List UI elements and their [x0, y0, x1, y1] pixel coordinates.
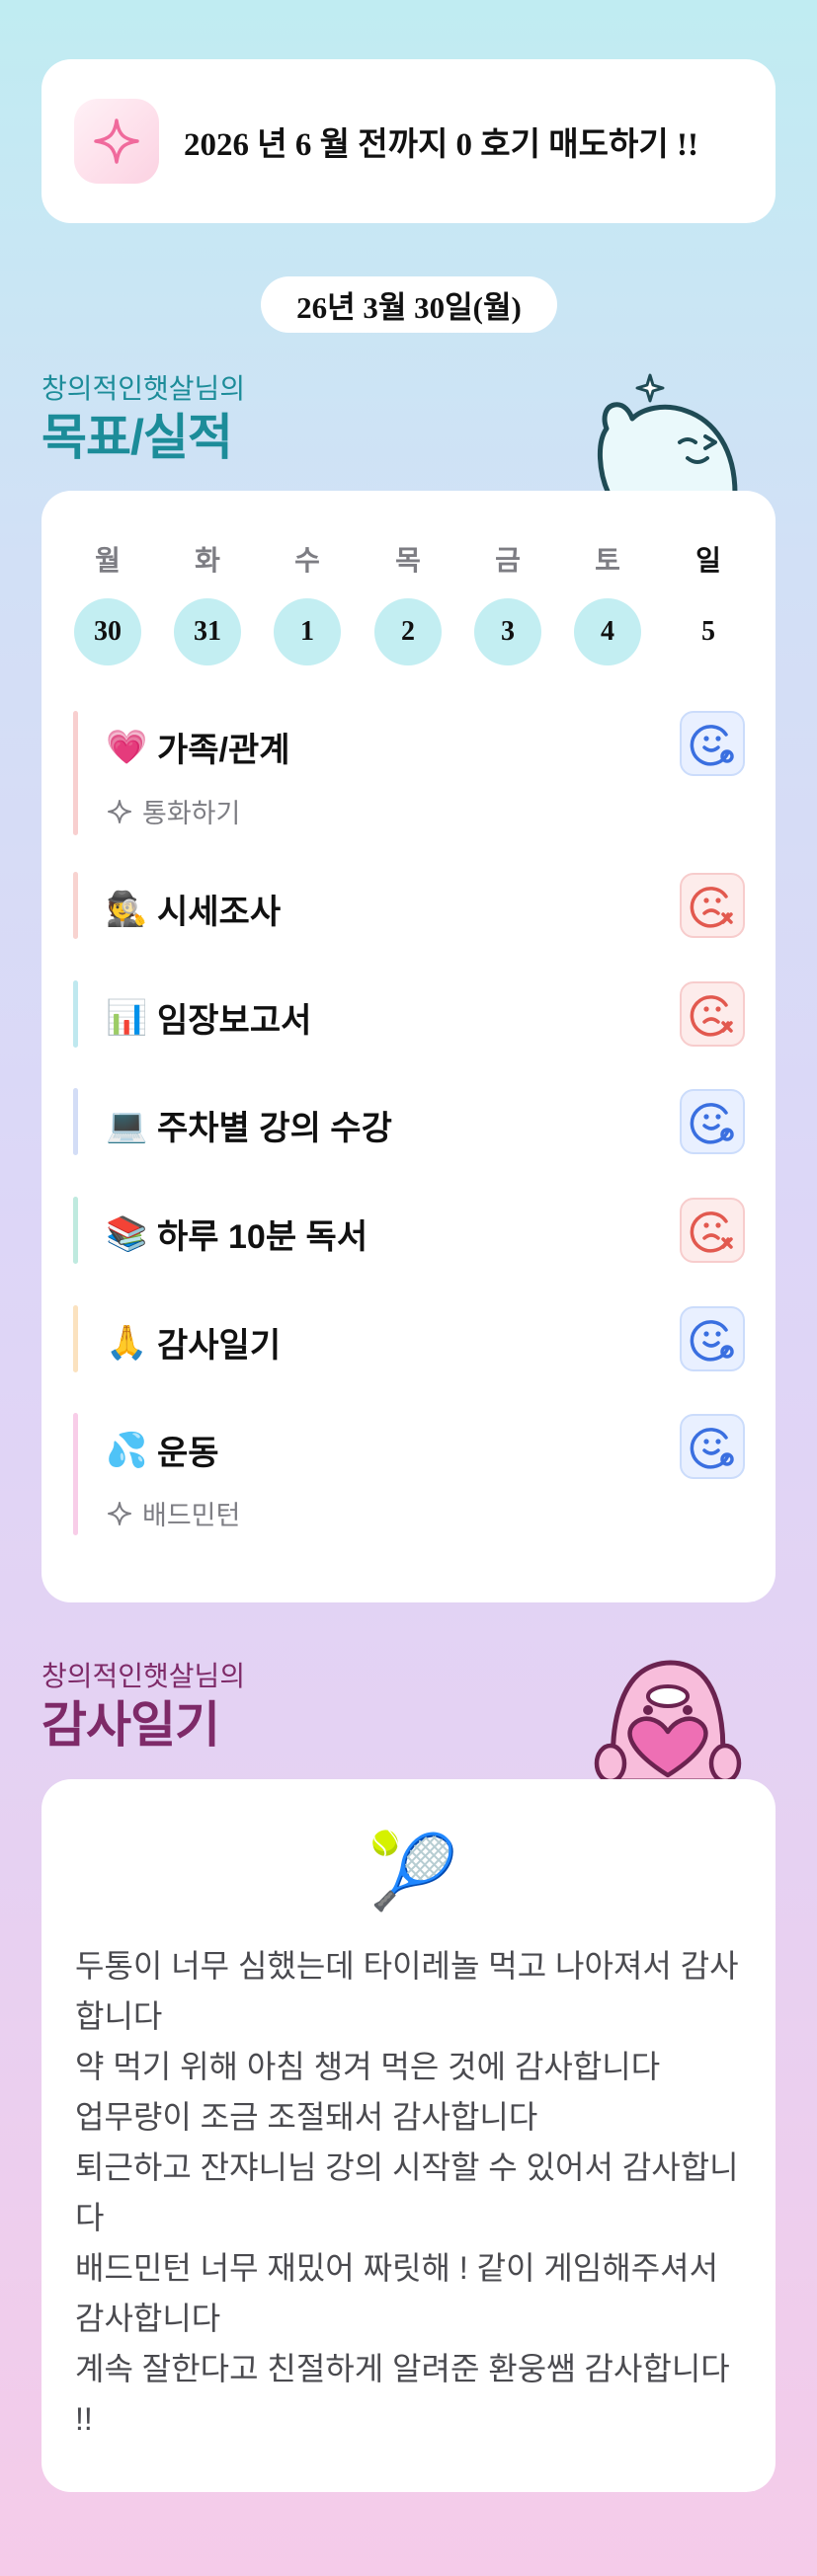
goal-text: 2026 년 6 월 전까지 0 호기 매도하기 !! — [184, 127, 698, 163]
task-subtitle: 배드민턴 — [142, 1501, 241, 1530]
sweat-drops-icon: 💦 — [106, 1431, 148, 1469]
task-title: 시세조사 — [157, 894, 282, 931]
day-button-2[interactable]: 2 — [374, 598, 442, 665]
task-weekly-lecture[interactable]: 💻 주차별 강의 수강 — [73, 1088, 745, 1155]
goals-title: 목표/실적 — [41, 410, 233, 465]
laptop-icon: 💻 — [106, 1106, 148, 1144]
mascot-waving-illustration — [597, 373, 738, 494]
task-color-bar — [73, 1088, 78, 1155]
task-color-bar — [73, 1305, 78, 1372]
task-title: 주차별 강의 수강 — [157, 1110, 392, 1147]
sparkle-icon — [108, 799, 131, 823]
praying-hands-icon: 🙏 — [106, 1323, 148, 1362]
task-title: 운동 — [157, 1435, 219, 1472]
task-price-research[interactable]: 🕵️ 시세조사 — [73, 872, 745, 939]
task-color-bar — [73, 980, 78, 1048]
detective-icon: 🕵️ — [106, 890, 148, 928]
day-button-3[interactable]: 3 — [474, 598, 541, 665]
smile-status-icon[interactable] — [680, 1306, 745, 1371]
weekday-mon: 월 — [95, 546, 121, 577]
smile-status-icon[interactable] — [680, 711, 745, 776]
task-subtitle: 통화하기 — [142, 799, 241, 828]
day-button-30[interactable]: 30 — [74, 598, 141, 665]
day-button-1[interactable]: 1 — [274, 598, 341, 665]
day-button-31[interactable]: 31 — [174, 598, 241, 665]
day-button-4[interactable]: 4 — [574, 598, 641, 665]
gratitude-text: 두통이 너무 심했는데 타이레놀 먹고 나아져서 감사합니다 약 먹기 위해 아… — [75, 1941, 747, 2445]
goal-banner: 2026 년 6 월 전까지 0 호기 매도하기 !! — [41, 59, 776, 223]
task-daily-reading[interactable]: 📚 하루 10분 독서 — [73, 1197, 745, 1264]
smile-status-icon[interactable] — [680, 1089, 745, 1154]
weekday-sun: 일 — [695, 546, 721, 577]
task-gratitude-journal[interactable]: 🙏 감사일기 — [73, 1305, 745, 1372]
weekday-thu: 목 — [395, 546, 421, 577]
frown-status-icon[interactable] — [680, 981, 745, 1047]
books-icon: 📚 — [106, 1214, 148, 1253]
weekday-fri: 금 — [495, 546, 521, 577]
task-title: 가족/관계 — [157, 732, 290, 769]
task-color-bar — [73, 711, 78, 835]
task-title: 임장보고서 — [157, 1002, 312, 1040]
task-family[interactable]: 💗 가족/관계 통화하기 — [73, 711, 745, 835]
tennis-ball-icon: 🎾 — [368, 1831, 459, 1912]
weekday-wed: 수 — [294, 546, 320, 577]
day-button-5[interactable]: 5 — [675, 598, 742, 665]
gratitude-line: 계속 잘한다고 친절하게 알려준 환웅쌤 감사합니다 !! — [75, 2351, 730, 2437]
smile-status-icon[interactable] — [680, 1414, 745, 1479]
gratitude-line: 두통이 너무 심했는데 타이레놀 먹고 나아져서 감사합니다 — [75, 1948, 739, 2034]
sparkle-icon — [74, 99, 159, 184]
task-site-report[interactable]: 📊 임장보고서 — [73, 980, 745, 1048]
weekday-tue: 화 — [195, 546, 220, 577]
task-color-bar — [73, 1197, 78, 1264]
task-exercise[interactable]: 💦 운동 배드민턴 — [73, 1413, 745, 1535]
sparkle-icon — [108, 1501, 131, 1525]
weekday-sat: 토 — [595, 546, 620, 577]
heart-icon: 💗 — [106, 728, 148, 766]
task-color-bar — [73, 1413, 78, 1535]
frown-status-icon[interactable] — [680, 873, 745, 938]
task-color-bar — [73, 872, 78, 939]
gratitude-title: 감사일기 — [41, 1697, 220, 1753]
task-title: 하루 10분 독서 — [157, 1218, 368, 1256]
gratitude-line: 배드민턴 너무 재밌어 짜릿해 ! 같이 게임해주셔서 감사합니다 — [75, 2250, 719, 2336]
task-title: 감사일기 — [157, 1327, 282, 1365]
gratitude-line: 업무량이 조금 조절돼서 감사합니다 — [75, 2099, 538, 2135]
bar-chart-icon: 📊 — [106, 998, 148, 1037]
gratitude-line: 약 먹기 위해 아침 챙겨 먹은 것에 감사합니다 — [75, 2049, 661, 2084]
frown-status-icon[interactable] — [680, 1198, 745, 1263]
mascot-heart-illustration — [594, 1660, 742, 1781]
gratitude-line: 퇴근하고 잔쟈니님 강의 시작할 수 있어서 감사합니다 — [75, 2149, 739, 2235]
current-date: 26년 3월 30일(월) — [261, 276, 557, 333]
